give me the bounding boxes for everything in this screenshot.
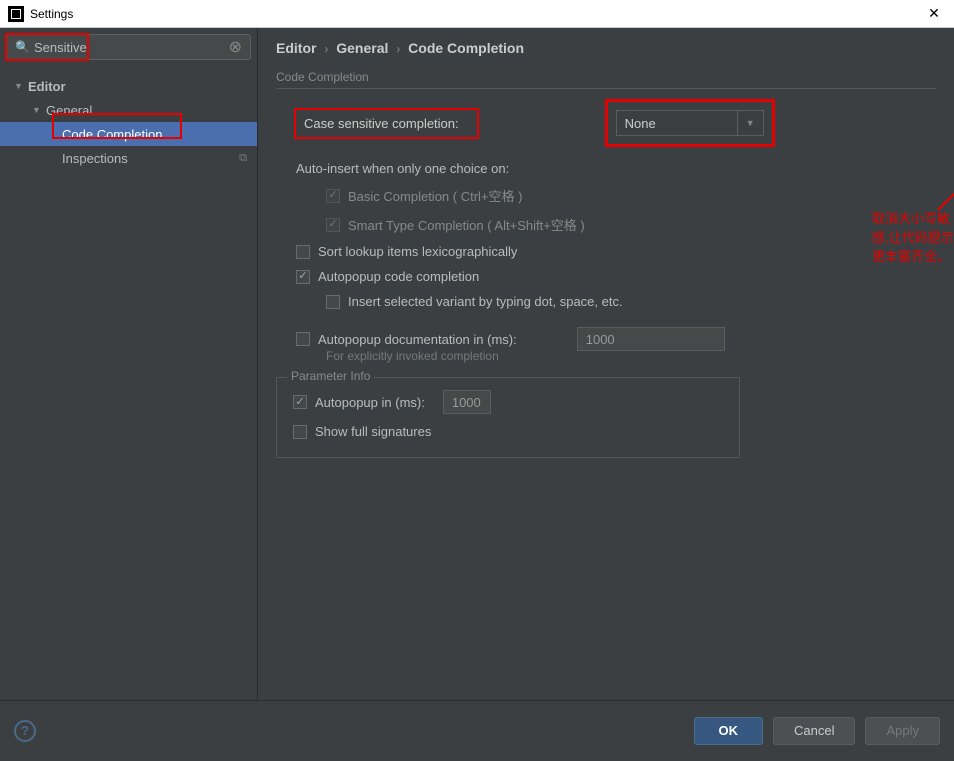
app-icon (8, 6, 24, 22)
label: Autopopup in (ms): (315, 395, 425, 410)
param-ms-input[interactable] (443, 390, 491, 414)
help-icon[interactable]: ? (14, 720, 36, 742)
window-title: Settings (30, 7, 922, 21)
label: Autopopup documentation in (ms): (318, 332, 517, 347)
case-sensitive-dropdown[interactable]: None ▼ (616, 110, 764, 136)
tree-label: General (46, 103, 92, 118)
close-icon[interactable]: ✕ (922, 2, 946, 26)
row-autopopup-doc: Autopopup documentation in (ms): (296, 327, 936, 351)
breadcrumb: Editor › General › Code Completion (276, 40, 936, 56)
hint: For explicitly invoked completion (326, 349, 936, 363)
tree-label: Inspections (62, 151, 128, 166)
tree-item-editor[interactable]: ▼ Editor (0, 74, 257, 98)
tree-item-general[interactable]: ▼ General (0, 98, 257, 122)
checkbox-sort[interactable] (296, 245, 310, 259)
checkbox-autopopup-doc[interactable] (296, 332, 310, 346)
checkbox-show-full[interactable] (293, 425, 307, 439)
label: Smart Type Completion ( Alt+Shift+空格 ) (348, 215, 585, 234)
apply-button[interactable]: Apply (865, 717, 940, 745)
label: Autopopup code completion (318, 269, 479, 284)
main-panel: Editor › General › Code Completion Code … (258, 28, 954, 700)
tree-item-code-completion[interactable]: Code Completion (0, 122, 257, 146)
case-sensitive-row: Case sensitive completion: None ▼ (294, 99, 936, 147)
doc-ms-input[interactable] (577, 327, 725, 351)
chevron-down-icon: ▼ (737, 111, 755, 135)
crumb: Editor (276, 40, 316, 56)
chevron-down-icon: ▼ (32, 105, 42, 115)
row-insert-variant: Insert selected variant by typing dot, s… (276, 294, 936, 309)
divider (276, 88, 936, 89)
bottombar: ? OK Cancel Apply (0, 700, 954, 760)
checkbox-autopopup-in[interactable] (293, 395, 307, 409)
row-autopopup-code: Autopopup code completion (276, 269, 936, 284)
sidebar: 🔍 ⊗ ▼ Editor ▼ General Code Completion I… (0, 28, 258, 700)
search-box[interactable]: 🔍 ⊗ (6, 34, 251, 60)
fieldset-legend: Parameter Info (287, 369, 374, 383)
titlebar: Settings ✕ (0, 0, 954, 28)
label: Basic Completion ( Ctrl+空格 ) (348, 186, 522, 205)
copy-icon: ⧉ (239, 152, 247, 165)
search-input[interactable] (34, 40, 229, 55)
clear-icon[interactable]: ⊗ (229, 37, 242, 57)
annotation-box-dropdown: None ▼ (605, 99, 775, 147)
row-smart: Smart Type Completion ( Alt+Shift+空格 ) (276, 215, 936, 234)
ok-button[interactable]: OK (694, 717, 764, 745)
button-bar: OK Cancel Apply (694, 717, 941, 745)
crumb: General (336, 40, 388, 56)
row-sort: Sort lookup items lexicographically (276, 244, 936, 259)
tree-item-inspections[interactable]: Inspections ⧉ (0, 146, 257, 170)
crumb: Code Completion (408, 40, 524, 56)
annotation-box-case: Case sensitive completion: (294, 108, 479, 139)
search-wrap: 🔍 ⊗ (0, 28, 257, 66)
tree-label: Code Completion (62, 127, 162, 142)
content: 🔍 ⊗ ▼ Editor ▼ General Code Completion I… (0, 28, 954, 700)
group-title: Code Completion (276, 70, 936, 84)
label: Insert selected variant by typing dot, s… (348, 294, 623, 309)
row-auto-insert: Auto-insert when only one choice on: (276, 161, 936, 176)
label: Auto-insert when only one choice on: (296, 161, 509, 176)
checkbox-basic[interactable] (326, 189, 340, 203)
row-show-full: Show full signatures (293, 424, 723, 439)
settings-tree: ▼ Editor ▼ General Code Completion Inspe… (0, 66, 257, 170)
cancel-button[interactable]: Cancel (773, 717, 855, 745)
label: Sort lookup items lexicographically (318, 244, 517, 259)
tree-label: Editor (28, 79, 66, 94)
chevron-down-icon: ▼ (14, 81, 24, 91)
chevron-right-icon: › (396, 42, 400, 56)
checkbox-insert-variant[interactable] (326, 295, 340, 309)
search-icon: 🔍 (15, 40, 30, 54)
case-sensitive-label: Case sensitive completion: (296, 110, 477, 137)
dropdown-value: None (625, 116, 656, 131)
checkbox-autopopup-code[interactable] (296, 270, 310, 284)
chevron-right-icon: › (324, 42, 328, 56)
checkbox-smart[interactable] (326, 218, 340, 232)
fieldset-parameter-info: Parameter Info Autopopup in (ms): Show f… (276, 377, 740, 458)
row-basic: Basic Completion ( Ctrl+空格 ) (276, 186, 936, 205)
label: Show full signatures (315, 424, 431, 439)
row-autopopup-in: Autopopup in (ms): (293, 390, 723, 414)
